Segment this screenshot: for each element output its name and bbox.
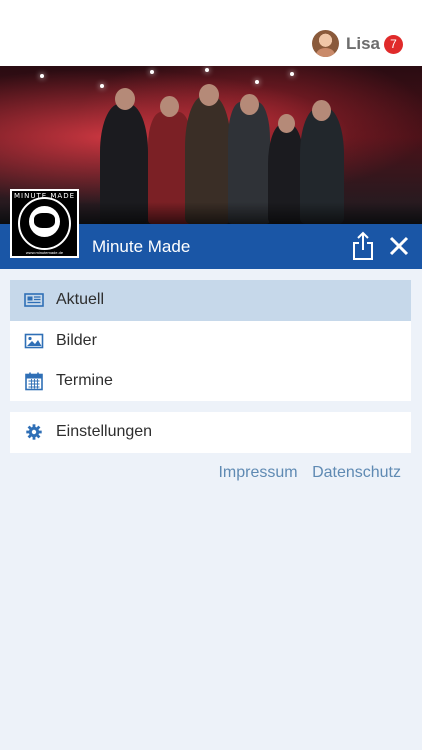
newspaper-icon [24,293,44,307]
menu-item-aktuell[interactable]: Aktuell [10,280,411,321]
menu-item-label: Einstellungen [56,423,153,440]
settings-menu: Einstellungen [10,412,411,453]
gear-icon [26,424,42,440]
impressum-link[interactable]: Impressum [218,464,297,481]
user-avatar[interactable] [312,30,339,57]
menu-item-einstellungen[interactable]: Einstellungen [10,412,411,453]
footer-links: Impressum Datenschutz [208,464,401,482]
menu-item-termine[interactable]: Termine [10,361,411,402]
share-button[interactable] [351,231,375,261]
calendar-icon [25,372,43,391]
menu-item-label: Aktuell [56,291,105,308]
top-bar: Lisa 7 [0,0,422,66]
band-name: Minute Made [92,237,191,256]
close-icon [389,236,409,256]
notification-badge[interactable]: 7 [384,35,403,54]
close-button[interactable] [387,233,411,259]
menu-item-bilder[interactable]: Bilder [10,321,411,362]
menu-item-label: Bilder [56,331,97,349]
datenschutz-link[interactable]: Datenschutz [312,464,401,481]
share-icon [353,231,373,260]
band-logo: MINUTE MADE www.minutemade.de [10,189,79,258]
menu-item-label: Termine [56,372,113,389]
image-icon [24,333,44,348]
main-menu: Aktuell Bilder Termine [10,280,411,401]
user-name[interactable]: Lisa [346,35,380,53]
